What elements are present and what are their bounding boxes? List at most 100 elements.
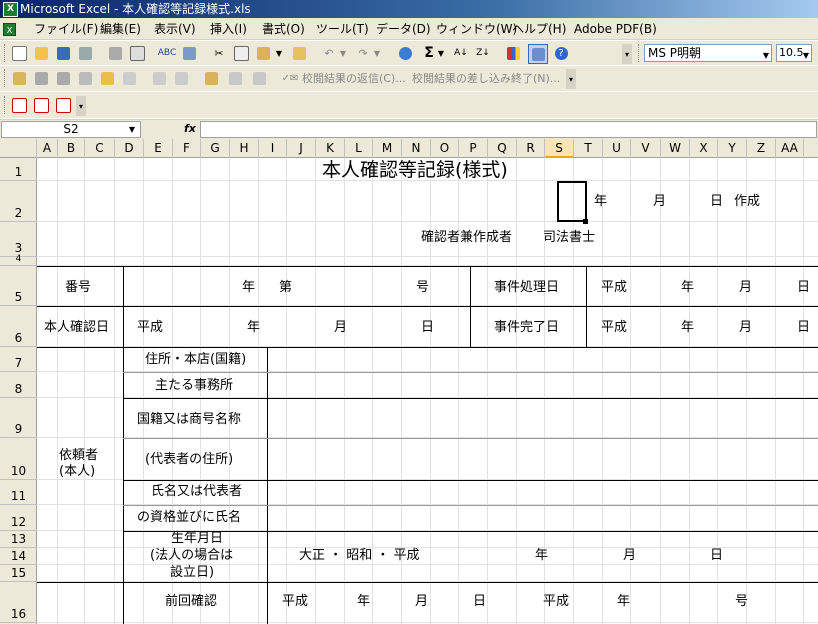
column-header-c[interactable]: C <box>85 139 115 158</box>
print-preview-icon[interactable] <box>128 44 146 62</box>
column-header-m[interactable]: M <box>373 139 402 158</box>
open-icon[interactable] <box>32 44 50 62</box>
column-header-i[interactable]: I <box>259 139 287 158</box>
reviewing-pane-icon[interactable] <box>202 69 220 87</box>
worksheet[interactable]: 本人確認等記録(様式) 年 月 日 作成 確認者兼作成者 司法書士 番号 年 第… <box>37 158 818 624</box>
column-header-a[interactable]: A <box>37 139 58 158</box>
menu-edit[interactable]: 編集(E) <box>100 21 141 37</box>
drawing-icon[interactable] <box>528 44 548 64</box>
menu-insert[interactable]: 挿入(I) <box>210 21 247 37</box>
column-header-u[interactable]: U <box>603 139 631 158</box>
formatting-toolbar-grip[interactable] <box>638 44 642 62</box>
row-header-8[interactable]: 8 <box>0 372 37 398</box>
chevron-down-icon[interactable]: ▼ <box>129 122 135 137</box>
reply-changes-icon[interactable]: ✓✉ <box>278 69 302 87</box>
chart-wizard-icon[interactable] <box>504 44 522 62</box>
row-header-3[interactable]: 3 <box>0 222 37 257</box>
track-changes-icon[interactable] <box>98 69 116 87</box>
column-header-z[interactable]: Z <box>747 139 776 158</box>
column-header-p[interactable]: P <box>459 139 488 158</box>
column-header-l[interactable]: L <box>345 139 373 158</box>
permission-icon[interactable] <box>76 44 94 62</box>
sort-ascending-icon[interactable]: A↓ <box>452 44 470 62</box>
cut-icon[interactable]: ✂ <box>210 44 228 62</box>
column-header-o[interactable]: O <box>431 139 459 158</box>
column-header-e[interactable]: E <box>144 139 173 158</box>
menu-window[interactable]: ウィンドウ(W) <box>436 21 517 37</box>
delete-comment-icon[interactable] <box>120 69 138 87</box>
route-icon[interactable] <box>54 69 72 87</box>
menu-format[interactable]: 書式(O) <box>262 21 305 37</box>
chevron-down-icon[interactable]: ▼ <box>803 48 809 64</box>
menu-view[interactable]: 表示(V) <box>154 21 196 37</box>
font-size-select[interactable]: 10.5 ▼ <box>776 44 812 62</box>
column-header-n[interactable]: N <box>402 139 431 158</box>
column-header-j[interactable]: J <box>287 139 316 158</box>
name-box[interactable]: S2 ▼ <box>1 121 141 138</box>
format-painter-icon[interactable] <box>290 44 308 62</box>
menu-help[interactable]: ヘルプ(H) <box>512 21 566 37</box>
column-header-w[interactable]: W <box>661 139 690 158</box>
end-review-button[interactable]: 校閲結果の差し込み終了(N)... <box>412 71 560 87</box>
column-header-q[interactable]: Q <box>488 139 517 158</box>
font-name-select[interactable]: MS P明朝 ▼ <box>644 44 772 62</box>
ink-annotations-icon[interactable] <box>250 69 268 87</box>
column-header-r[interactable]: R <box>517 139 545 158</box>
hide-comment-icon[interactable] <box>172 69 190 87</box>
redo-icon[interactable]: ↷ <box>354 44 372 62</box>
formula-input[interactable] <box>200 121 817 138</box>
menu-tools[interactable]: ツール(T) <box>316 21 369 37</box>
autosum-chevron-down-icon[interactable]: ▼ <box>436 44 446 62</box>
column-header-b[interactable]: B <box>58 139 85 158</box>
menu-adobe-pdf[interactable]: Adobe PDF(B) <box>574 21 657 37</box>
function-icon[interactable]: fx <box>184 122 196 135</box>
chevron-down-icon[interactable]: ▼ <box>763 48 769 64</box>
mail-icon[interactable] <box>76 69 94 87</box>
row-header-7[interactable]: 7 <box>0 347 37 372</box>
toolbar-options-icon[interactable]: ▾ <box>566 69 576 89</box>
row-header-9[interactable]: 9 <box>0 398 37 438</box>
copy-icon[interactable] <box>232 44 250 62</box>
fill-handle[interactable] <box>583 219 588 224</box>
undo-chevron-down-icon[interactable]: ▼ <box>338 44 348 62</box>
column-header-d[interactable]: D <box>115 139 144 158</box>
toolbar-options-icon[interactable]: ▾ <box>76 96 86 116</box>
spelling-icon[interactable]: ABC <box>158 44 176 62</box>
toolbar-grip[interactable] <box>4 96 8 114</box>
row-header-15[interactable]: 15 <box>0 565 37 582</box>
edit-comment-icon[interactable] <box>150 69 168 87</box>
menu-file[interactable]: ファイル(F) <box>34 21 98 37</box>
selected-cell[interactable] <box>557 181 587 222</box>
column-header-t[interactable]: T <box>574 139 603 158</box>
row-header-5[interactable]: 5 <box>0 266 37 306</box>
sort-descending-icon[interactable]: Z↓ <box>474 44 492 62</box>
column-header-v[interactable]: V <box>631 139 661 158</box>
column-header-g[interactable]: G <box>201 139 230 158</box>
help-icon[interactable]: ? <box>552 44 570 62</box>
new-icon[interactable] <box>10 44 28 62</box>
pdf-email-icon[interactable] <box>32 96 50 114</box>
paste-options-chevron-down-icon[interactable]: ▼ <box>274 44 284 62</box>
column-header-aa[interactable]: AA <box>776 139 804 158</box>
column-header-h[interactable]: H <box>230 139 259 158</box>
save-icon[interactable] <box>54 44 72 62</box>
column-header-k[interactable]: K <box>316 139 345 158</box>
row-header-6[interactable]: 6 <box>0 306 37 347</box>
row-header-4[interactable]: 4 <box>0 254 37 266</box>
column-header-f[interactable]: F <box>173 139 201 158</box>
redo-chevron-down-icon[interactable]: ▼ <box>372 44 382 62</box>
toolbar-grip[interactable] <box>4 69 8 87</box>
row-header-11[interactable]: 11 <box>0 480 37 505</box>
pdf-review-icon[interactable] <box>54 96 72 114</box>
column-header-x[interactable]: X <box>690 139 718 158</box>
row-header-10[interactable]: 10 <box>0 438 37 480</box>
toolbar-grip[interactable] <box>4 44 8 62</box>
folder-icon[interactable] <box>10 69 28 87</box>
undo-icon[interactable]: ↶ <box>320 44 338 62</box>
column-header-y[interactable]: Y <box>718 139 747 158</box>
print-icon[interactable] <box>106 44 124 62</box>
reply-with-changes-button[interactable]: 校閲結果の返信(C)... <box>302 71 406 87</box>
row-header-14[interactable]: 14 <box>0 548 37 565</box>
document-icon[interactable]: X <box>3 21 16 37</box>
select-all-button[interactable] <box>0 139 37 158</box>
